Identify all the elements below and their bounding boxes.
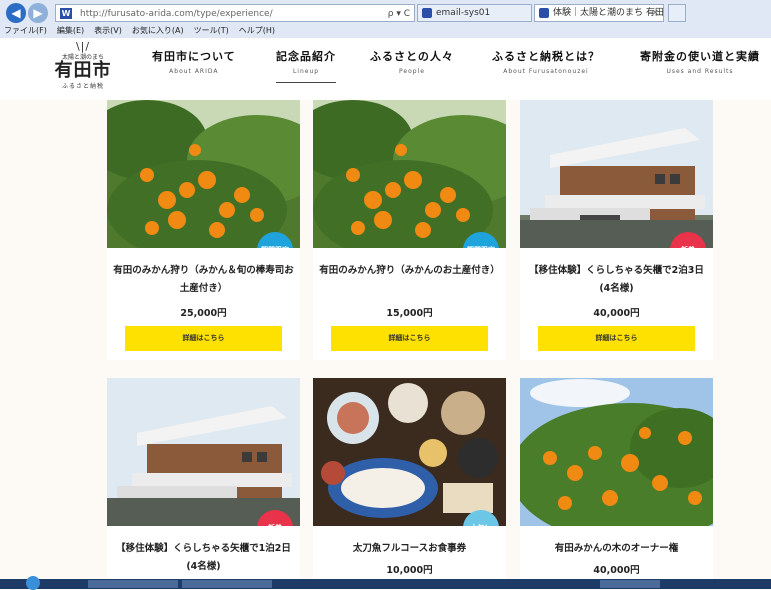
- tab-favicon-icon: [539, 8, 549, 18]
- site-header: \|/ 太陽と潮のまち 有田市 ふるさと納税 有田市について About ARI…: [0, 38, 771, 100]
- nav-sublabel: Uses and Results: [666, 68, 734, 75]
- product-card[interactable]: 有田みかんの木のオーナー権 40,000円: [520, 378, 713, 589]
- mikan-photo[interactable]: 期間限定: [107, 100, 300, 248]
- nav-uses-results[interactable]: 寄附金の使い道と実績 Uses and Results: [640, 48, 760, 75]
- product-card[interactable]: 新着 【移住体験】くらしちゃる矢櫃で1泊2日(4名様): [107, 378, 300, 589]
- product-title: 有田のみかん狩り（みかんのお土産付き）: [319, 265, 500, 276]
- mikan-photo[interactable]: 期間限定: [313, 100, 506, 248]
- details-button[interactable]: 詳細はこちら: [125, 326, 282, 351]
- nav-people[interactable]: ふるさとの人々 People: [370, 48, 454, 75]
- taskbar-item[interactable]: [182, 580, 272, 588]
- taskbar-item[interactable]: [88, 580, 178, 588]
- menu-favorites[interactable]: お気に入り(A): [132, 24, 184, 37]
- nav-label: 有田市について: [152, 50, 236, 63]
- nav-about-furusato[interactable]: ふるさと納税とは？ About Furusatonouzei: [492, 48, 600, 75]
- product-card[interactable]: 期間限定 有田のみかん狩り（みかんのお土産付き） 15,000円 詳細はこちら: [313, 100, 506, 360]
- nav-label: ふるさとの人々: [370, 50, 454, 63]
- nav-sublabel: Lineup: [292, 68, 320, 75]
- product-card[interactable]: 期間限定 有田のみかん狩り（みかん＆旬の棒寿司お土産付き） 25,000円 詳細…: [107, 100, 300, 360]
- house-photo[interactable]: 新着: [107, 378, 300, 526]
- product-card[interactable]: 人気！ 太刀魚フルコースお食事券 10,000円: [313, 378, 506, 589]
- nav-lineup[interactable]: 記念品紹介 Lineup: [276, 48, 336, 83]
- url-text: http://furusato-arida.com/type/experienc…: [80, 9, 273, 19]
- product-price: 40,000円: [593, 565, 640, 576]
- start-button-icon[interactable]: [26, 576, 40, 590]
- menu-bar: ファイル(F) 編集(E) 表示(V) お気に入り(A) ツール(T) ヘルプ(…: [0, 24, 285, 37]
- product-title: 有田のみかん狩り（みかん＆旬の棒寿司お土産付き）: [113, 265, 294, 294]
- menu-tools[interactable]: ツール(T): [194, 24, 229, 37]
- product-title: 【移住体験】くらしちゃる矢櫃で2泊3日(4名様): [529, 265, 704, 294]
- logo-sub: ふるさと納税: [61, 83, 104, 90]
- site-favicon-icon: W: [60, 8, 72, 19]
- mikan-tree-photo[interactable]: [520, 378, 713, 526]
- tab-email[interactable]: email-sys01: [417, 4, 532, 22]
- nav-sublabel: People: [398, 68, 425, 75]
- nav-about-arida[interactable]: 有田市について About ARIDA: [152, 48, 236, 75]
- menu-edit[interactable]: 編集(E): [57, 24, 84, 37]
- back-arrow-icon[interactable]: ◀: [6, 3, 26, 23]
- house-photo[interactable]: 新着: [520, 100, 713, 248]
- new-tab-button[interactable]: [668, 4, 686, 22]
- product-title: 太刀魚フルコースお食事券: [352, 543, 467, 554]
- sun-rays-icon: \|/: [75, 40, 91, 53]
- product-card[interactable]: 新着 【移住体験】くらしちゃる矢櫃で2泊3日(4名様) 40,000円 詳細はこ…: [520, 100, 713, 360]
- search-refresh-icons[interactable]: ρ ▾ C: [388, 5, 410, 23]
- product-title: 【移住体験】くらしちゃる矢櫃で1泊2日(4名様): [116, 543, 291, 572]
- product-price: 10,000円: [386, 565, 433, 576]
- nav-label: ふるさと納税とは？: [492, 50, 600, 63]
- nav-sublabel: About ARIDA: [169, 68, 219, 75]
- tab-close-icon[interactable]: ×: [651, 5, 659, 21]
- address-bar[interactable]: W http://furusato-arida.com/type/experie…: [55, 4, 415, 22]
- product-price: 15,000円: [386, 308, 433, 319]
- menu-view[interactable]: 表示(V): [94, 24, 122, 37]
- site-logo[interactable]: \|/ 太陽と潮のまち 有田市 ふるさと納税: [48, 40, 118, 90]
- tab-label: email-sys01: [436, 8, 491, 18]
- menu-help[interactable]: ヘルプ(H): [239, 24, 275, 37]
- nav-label: 寄附金の使い道と実績: [640, 50, 760, 63]
- nav-label: 記念品紹介: [276, 50, 336, 63]
- meal-photo[interactable]: 人気！: [313, 378, 506, 526]
- browser-chrome: ◀ ▶ W http://furusato-arida.com/type/exp…: [0, 0, 771, 39]
- details-button[interactable]: 詳細はこちら: [538, 326, 695, 351]
- nav-sublabel: About Furusatonouzei: [503, 68, 589, 75]
- product-price: 40,000円: [593, 308, 640, 319]
- tab-active[interactable]: 体験｜太陽と潮のまち 有田... ×: [534, 4, 664, 22]
- product-title: 有田みかんの木のオーナー権: [554, 543, 679, 554]
- taskbar-item[interactable]: [600, 580, 660, 588]
- windows-taskbar: [0, 576, 771, 590]
- details-button[interactable]: 詳細はこちら: [331, 326, 488, 351]
- logo-name: 有田市: [54, 60, 112, 81]
- menu-file[interactable]: ファイル(F): [4, 24, 47, 37]
- forward-arrow-icon[interactable]: ▶: [28, 3, 48, 23]
- lineup-grid: 期間限定 有田のみかん狩り（みかん＆旬の棒寿司お土産付き） 25,000円 詳細…: [0, 100, 771, 589]
- tab-favicon-icon: [422, 8, 432, 18]
- tab-label: 体験｜太陽と潮のまち 有田...: [553, 8, 664, 18]
- product-price: 25,000円: [180, 308, 227, 319]
